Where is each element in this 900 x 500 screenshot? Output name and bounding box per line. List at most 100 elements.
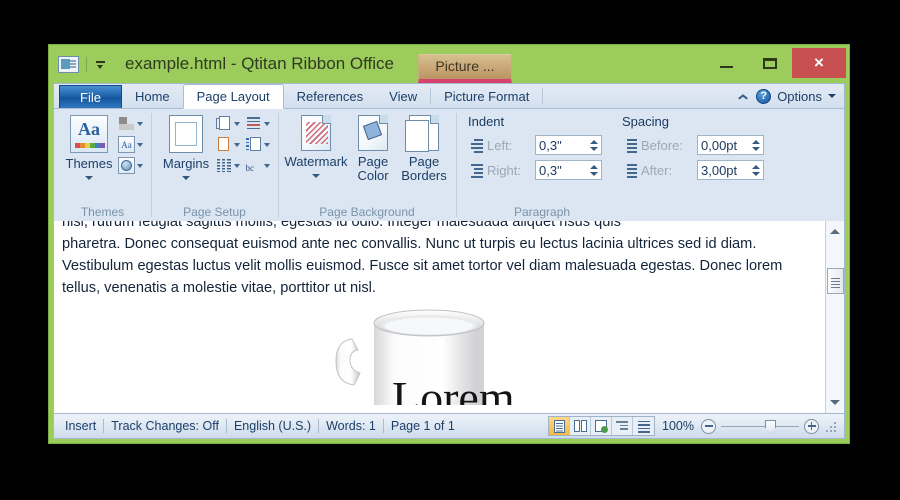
ribbon-group-page-background: Watermark Page Color Page Borders Page B… [278,109,456,221]
scroll-track[interactable] [826,240,844,394]
zoom-level-label: 100% [662,419,694,433]
print-layout-view-button[interactable] [549,417,571,435]
orientation-icon [215,116,232,131]
chevron-down-icon[interactable] [264,163,270,168]
document-page[interactable]: nisl, rutrum feugiat sagittis mollis, eg… [54,221,825,413]
window-controls: × [704,45,849,81]
indent-right-input[interactable] [536,161,588,179]
chevron-up-icon[interactable] [736,89,750,103]
tab-references[interactable]: References [284,84,376,108]
orientation-button[interactable] [214,114,241,133]
chevron-down-icon[interactable] [234,163,240,168]
contextual-tab-picture[interactable]: Picture ... [417,54,512,83]
chevron-down-icon[interactable] [234,121,240,126]
breaks-button[interactable] [244,114,271,133]
hyphenation-button[interactable]: bc [244,156,271,175]
themes-small-buttons: Aa [117,113,144,204]
page-color-button[interactable]: Page Color [349,113,397,204]
ribbon-group-paragraph: Indent Left: 0,3" Right: 0,3" Spacing Be… [456,109,844,221]
ribbon-group-themes: Aa Themes Aa Themes [54,109,151,221]
columns-button[interactable] [214,156,241,175]
help-icon[interactable]: ? [756,88,772,104]
spin-down-icon[interactable] [589,171,598,176]
outline-view-button[interactable] [612,417,634,435]
scroll-thumb[interactable] [826,268,844,294]
status-track-changes[interactable]: Track Changes: Off [104,419,226,433]
size-icon [216,137,232,152]
tab-divider [542,88,544,104]
chevron-down-icon[interactable] [828,94,836,98]
zoom-out-button[interactable] [701,418,716,434]
spin-down-icon[interactable] [751,146,760,151]
spacing-before-label: Before: [641,137,683,153]
chevron-down-icon[interactable] [264,142,270,147]
tab-file[interactable]: File [59,85,122,108]
spacing-after-label: After: [641,162,673,178]
document-text[interactable]: nisl, rutrum feugiat sagittis mollis, eg… [54,221,825,299]
spacing-after-spinner[interactable] [697,160,764,180]
line-numbers-icon [245,137,262,152]
web-layout-icon [595,420,609,433]
indent-left-input[interactable] [536,136,588,154]
zoom-slider-thumb[interactable] [765,419,776,433]
chevron-down-icon[interactable] [182,176,190,180]
indent-left-spinner[interactable] [535,135,602,155]
spin-down-icon[interactable] [751,171,760,176]
title-bar: example.html - Qtitan Ribbon Office Pict… [49,45,849,83]
indent-right-spinner[interactable] [535,160,602,180]
status-word-count[interactable]: Words: 1 [319,419,383,433]
page-color-icon [358,115,388,151]
application-icon[interactable] [58,55,79,73]
chevron-down-icon[interactable] [137,121,143,126]
spin-up-icon[interactable] [589,139,598,144]
coffee-mug-image[interactable]: Lorem [334,301,534,413]
chevron-down-icon[interactable] [85,176,93,180]
vertical-scrollbar[interactable] [825,221,844,413]
tab-page-layout[interactable]: Page Layout [182,84,284,109]
document-paragraph: pharetra. Donec consequat euismod ante n… [62,236,783,296]
zoom-slider[interactable] [721,419,799,434]
themes-icon: Aa [70,115,108,153]
web-layout-view-button[interactable] [591,417,613,435]
spacing-before-input[interactable] [698,136,750,154]
draft-view-button[interactable] [633,417,654,435]
full-screen-reading-view-button[interactable] [570,417,592,435]
status-insert-mode[interactable]: Insert [58,419,103,433]
theme-colors-button[interactable] [117,114,144,133]
chevron-down-icon[interactable] [137,142,143,147]
spin-up-icon[interactable] [589,164,598,169]
zoom-in-button[interactable] [804,418,819,434]
maximize-button[interactable] [748,45,792,81]
page-borders-button[interactable]: Page Borders [399,113,449,204]
close-button[interactable]: × [792,48,846,78]
tab-view[interactable]: View [376,84,430,108]
chevron-down-icon[interactable] [94,56,107,73]
themes-button[interactable]: Aa Themes [61,113,117,204]
line-numbers-button[interactable] [244,135,271,154]
resize-grip[interactable] [824,420,836,432]
spin-down-icon[interactable] [589,146,598,151]
chevron-down-icon[interactable] [312,174,320,178]
status-language[interactable]: English (U.S.) [227,419,318,433]
tab-home[interactable]: Home [122,84,183,108]
size-button[interactable] [214,135,241,154]
spacing-before-spinner[interactable] [697,135,764,155]
spacing-after-input[interactable] [698,161,750,179]
watermark-button[interactable]: Watermark [284,113,348,204]
chevron-down-icon[interactable] [234,142,240,147]
theme-fonts-button[interactable]: Aa [117,135,144,154]
scroll-up-button[interactable] [827,223,844,240]
theme-effects-button[interactable] [117,156,144,175]
group-label-paragraph: Paragraph [514,205,571,219]
chevron-down-icon[interactable] [264,121,270,126]
tab-picture-format[interactable]: Picture Format [431,84,542,108]
spin-up-icon[interactable] [751,139,760,144]
chevron-down-icon[interactable] [137,163,143,168]
status-page-number[interactable]: Page 1 of 1 [384,419,462,433]
margins-button[interactable]: Margins [158,113,214,204]
minimize-button[interactable] [704,45,748,81]
options-button[interactable]: Options [777,89,822,104]
theme-effects-icon [121,160,132,171]
spin-up-icon[interactable] [751,164,760,169]
scroll-down-button[interactable] [827,394,844,411]
